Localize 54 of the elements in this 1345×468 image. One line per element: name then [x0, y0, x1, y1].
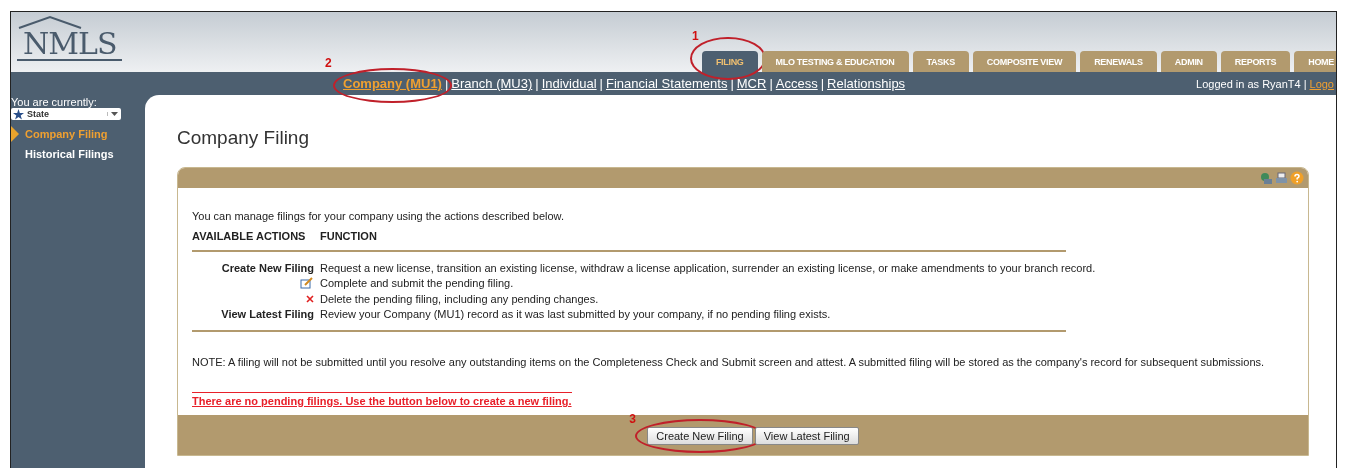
separator: |	[1303, 77, 1307, 90]
nav-link[interactable]: MCR	[736, 76, 767, 91]
action-description: Delete the pending filing, including any pending changes.	[320, 292, 599, 305]
nav-tab[interactable]: REPORTS	[1220, 51, 1291, 72]
action-name: View Latest Filing	[221, 308, 314, 321]
page-title: Company Filing	[177, 127, 310, 149]
nav-tab[interactable]: ADMIN	[1160, 51, 1217, 72]
nav-tab[interactable]: HOME	[1294, 51, 1336, 72]
note-text: NOTE: A filing will not be submitted until you resolve any outstanding items on the Completeness Check and Submit screen and attest. A submitted filing will be stored as the company's record for subsequent submissions.	[192, 356, 1266, 368]
roof-icon	[17, 15, 83, 29]
nav-link[interactable]: Relationships	[827, 76, 906, 91]
nav-tab[interactable]: MLO TESTING & EDUCATION	[761, 51, 909, 72]
nav-link[interactable]: Company (MU1)	[343, 76, 442, 91]
action-description: Complete and submit the pending filing.	[320, 277, 514, 290]
printer-icon[interactable]	[1275, 171, 1288, 185]
alert-message: There are no pending filings. Use the button below to create a new filing.	[192, 392, 572, 407]
sidebar-item[interactable]: Company Filing	[25, 128, 108, 140]
delete-icon	[306, 294, 314, 303]
context-label: You are currently:	[11, 96, 98, 108]
print-preview-icon[interactable]	[1260, 171, 1273, 185]
action-description: Request a new license, transition an existing license, withdraw a license application, surrender an existing license, or make amendments to your branch record.	[320, 261, 1096, 274]
nav-link[interactable]: Branch (MU3)	[451, 76, 533, 91]
star-icon	[13, 108, 24, 120]
nav-tab[interactable]: COMPOSITE VIEW	[972, 51, 1077, 72]
nav-link[interactable]: Individual	[541, 76, 597, 91]
action-button[interactable]: View Latest Filing	[754, 426, 859, 445]
nav-tab[interactable]: FILING	[701, 51, 758, 72]
action-description: Review your Company (MU1) record as it was last submitted by your company, if no pending filing exists.	[320, 308, 831, 321]
column-header: FUNCTION	[320, 230, 377, 242]
callout-number: 2	[325, 56, 332, 70]
separator: |	[730, 76, 734, 91]
nav-link[interactable]: Access	[775, 76, 818, 91]
callout-number: 3	[629, 411, 636, 426]
edit-icon	[300, 277, 314, 290]
pointer-icon	[11, 126, 19, 142]
nav-link[interactable]: Financial Statements	[606, 76, 728, 91]
callout-number: 1	[691, 28, 699, 43]
separator: |	[535, 76, 539, 91]
sidebar-item[interactable]: Historical Filings	[25, 148, 114, 160]
separator: |	[769, 76, 773, 91]
logout-link[interactable]: Logo	[1309, 77, 1334, 90]
dropdown-arrow-icon	[107, 112, 121, 116]
nav-tab[interactable]: RENEWALS	[1080, 51, 1157, 72]
nav-tab[interactable]: TASKS	[912, 51, 969, 72]
help-icon[interactable]	[1290, 171, 1304, 185]
action-name: Create New Filing	[221, 261, 314, 274]
user-status: Logged in as RyanT4	[1196, 77, 1301, 90]
logo[interactable]: NMLS	[17, 29, 123, 61]
intro-text: You can manage filings for your company using the actions described below.	[192, 210, 565, 222]
action-button[interactable]: Create New Filing	[647, 426, 753, 445]
separator: |	[599, 76, 603, 91]
context-select[interactable]: State	[11, 108, 121, 120]
column-header: AVAILABLE ACTIONS	[192, 230, 307, 242]
separator: |	[820, 76, 825, 91]
